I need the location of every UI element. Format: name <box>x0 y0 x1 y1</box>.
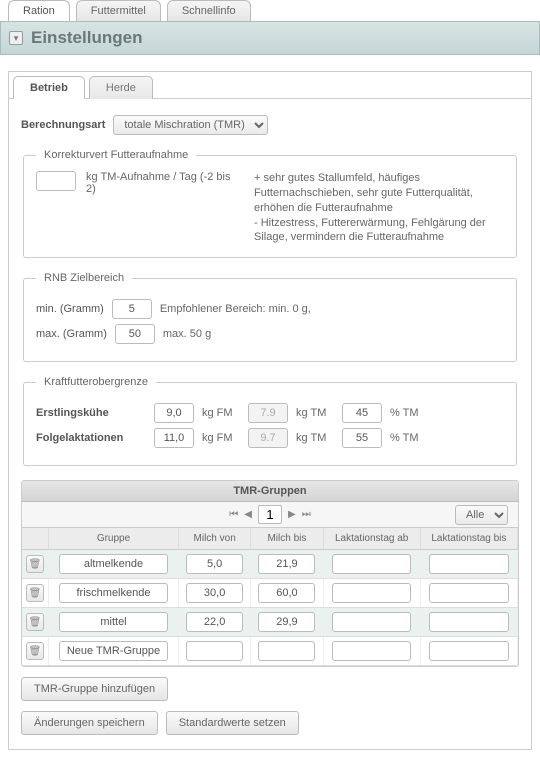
pager-next-icon[interactable]: ▶ <box>288 509 296 520</box>
tmr-col-gruppe: Gruppe <box>49 528 179 550</box>
fs-rnb: RNB Zielbereich min. (Gramm) Empfohlener… <box>23 272 517 362</box>
pager-page-input[interactable] <box>258 505 282 524</box>
rnb-max-label: max. (Gramm) <box>36 328 107 340</box>
pager-first-icon[interactable]: ⏮ <box>229 509 238 520</box>
tmr-lbis-input[interactable] <box>429 583 508 603</box>
korrektur-input[interactable] <box>36 171 76 191</box>
kf-row1-label: Erstlingskühe <box>36 407 146 419</box>
table-row: 🗑 <box>22 637 518 666</box>
rnb-maxrec-label: max. 50 g <box>163 328 211 340</box>
tmr-name-input[interactable] <box>59 554 168 574</box>
fs-kraftfutter-legend: Kraftfutterobergrenze <box>36 376 156 388</box>
tmr-lbis-input[interactable] <box>429 612 508 632</box>
tmr-mvon-input[interactable] <box>186 554 243 574</box>
delete-row-button[interactable]: 🗑 <box>26 613 44 631</box>
tmr-lab-input[interactable] <box>332 554 411 574</box>
korrektur-label: kg TM-Aufnahme / Tag (-2 bis 2) <box>86 171 234 195</box>
calc-label: Berechnungsart <box>21 119 105 131</box>
table-row: 🗑 <box>22 550 518 579</box>
tmr-mvon-input[interactable] <box>186 612 243 632</box>
tmr-mbis-input[interactable] <box>258 612 315 632</box>
tmr-mbis-input[interactable] <box>258 641 315 661</box>
kf-r2-fm[interactable] <box>154 428 194 448</box>
pager-last-icon[interactable]: ⏭ <box>302 509 311 520</box>
tmr-lab-input[interactable] <box>332 641 411 661</box>
korrektur-note-plus: + sehr gutes Stallumfeld, häufiges Futte… <box>254 171 504 216</box>
defaults-button[interactable]: Standardwerte setzen <box>166 711 299 735</box>
u-kgfm-1: kg FM <box>202 407 240 419</box>
delete-row-button[interactable]: 🗑 <box>26 642 44 660</box>
u-kgtm-1: kg TM <box>296 407 334 419</box>
tmr-lab-input[interactable] <box>332 612 411 632</box>
fs-rnb-legend: RNB Zielbereich <box>36 272 132 284</box>
korrektur-note-minus: - Hitzestress, Futtererwärmung, Fehlgäru… <box>254 216 504 246</box>
tmr-col-laktab: Laktationstag ab <box>323 528 420 550</box>
subtab-herde[interactable]: Herde <box>89 76 153 99</box>
tmr-mbis-input[interactable] <box>258 554 315 574</box>
tmr-mvon-input[interactable] <box>186 641 243 661</box>
tmr-name-input[interactable] <box>59 612 168 632</box>
add-tmr-group-button[interactable]: TMR-Gruppe hinzufügen <box>21 677 168 701</box>
u-kgfm-2: kg FM <box>202 432 240 444</box>
delete-row-button[interactable]: 🗑 <box>26 584 44 602</box>
tmr-col-milchbis: Milch bis <box>251 528 323 550</box>
pager-prev-icon[interactable]: ◀ <box>244 509 252 520</box>
table-row: 🗑 <box>22 579 518 608</box>
rnb-min-label: min. (Gramm) <box>36 303 104 315</box>
kf-r2-pct[interactable] <box>342 428 382 448</box>
tmr-lbis-input[interactable] <box>429 554 508 574</box>
table-row: 🗑 <box>22 608 518 637</box>
rnb-rec-label: Empfohlener Bereich: min. 0 g, <box>160 303 311 315</box>
u-pcttm-1: % TM <box>390 407 428 419</box>
kf-r1-tm <box>248 403 288 423</box>
rnb-min-input[interactable] <box>112 299 152 319</box>
u-pcttm-2: % TM <box>390 432 428 444</box>
fs-kraftfutter: Kraftfutterobergrenze Erstlingskühe kg F… <box>23 376 517 466</box>
tab-schnellinfo[interactable]: Schnellinfo <box>167 0 251 21</box>
tmr-col-del <box>22 528 49 550</box>
kf-r1-pct[interactable] <box>342 403 382 423</box>
tmr-filter-select[interactable]: Alle <box>455 505 508 525</box>
fs-korrektur: Korrekturvert Futteraufnahme kg TM-Aufna… <box>23 149 517 258</box>
collapse-toggle-icon[interactable]: ▾ <box>9 31 23 45</box>
kf-row2-label: Folgelaktationen <box>36 432 146 444</box>
delete-row-button[interactable]: 🗑 <box>26 555 44 573</box>
subtab-betrieb[interactable]: Betrieb <box>13 76 85 99</box>
tmr-name-input[interactable] <box>59 583 168 603</box>
calc-select[interactable]: totale Mischration (TMR) <box>113 115 268 135</box>
tab-futtermittel[interactable]: Futtermittel <box>76 0 161 21</box>
u-kgtm-2: kg TM <box>296 432 334 444</box>
tab-ration[interactable]: Ration <box>8 0 70 21</box>
fs-korrektur-legend: Korrekturvert Futteraufnahme <box>36 149 196 161</box>
tmr-title: TMR-Gruppen <box>22 481 518 502</box>
kf-r1-fm[interactable] <box>154 403 194 423</box>
tmr-col-milchvon: Milch von <box>179 528 251 550</box>
page-title: Einstellungen <box>31 28 142 48</box>
tmr-lbis-input[interactable] <box>429 641 508 661</box>
tmr-name-input[interactable] <box>59 641 168 661</box>
tmr-mvon-input[interactable] <box>186 583 243 603</box>
save-button[interactable]: Änderungen speichern <box>21 711 158 735</box>
kf-r2-tm <box>248 428 288 448</box>
tmr-mbis-input[interactable] <box>258 583 315 603</box>
tmr-col-laktbis: Laktationstag bis <box>420 528 517 550</box>
tmr-lab-input[interactable] <box>332 583 411 603</box>
rnb-max-input[interactable] <box>115 324 155 344</box>
